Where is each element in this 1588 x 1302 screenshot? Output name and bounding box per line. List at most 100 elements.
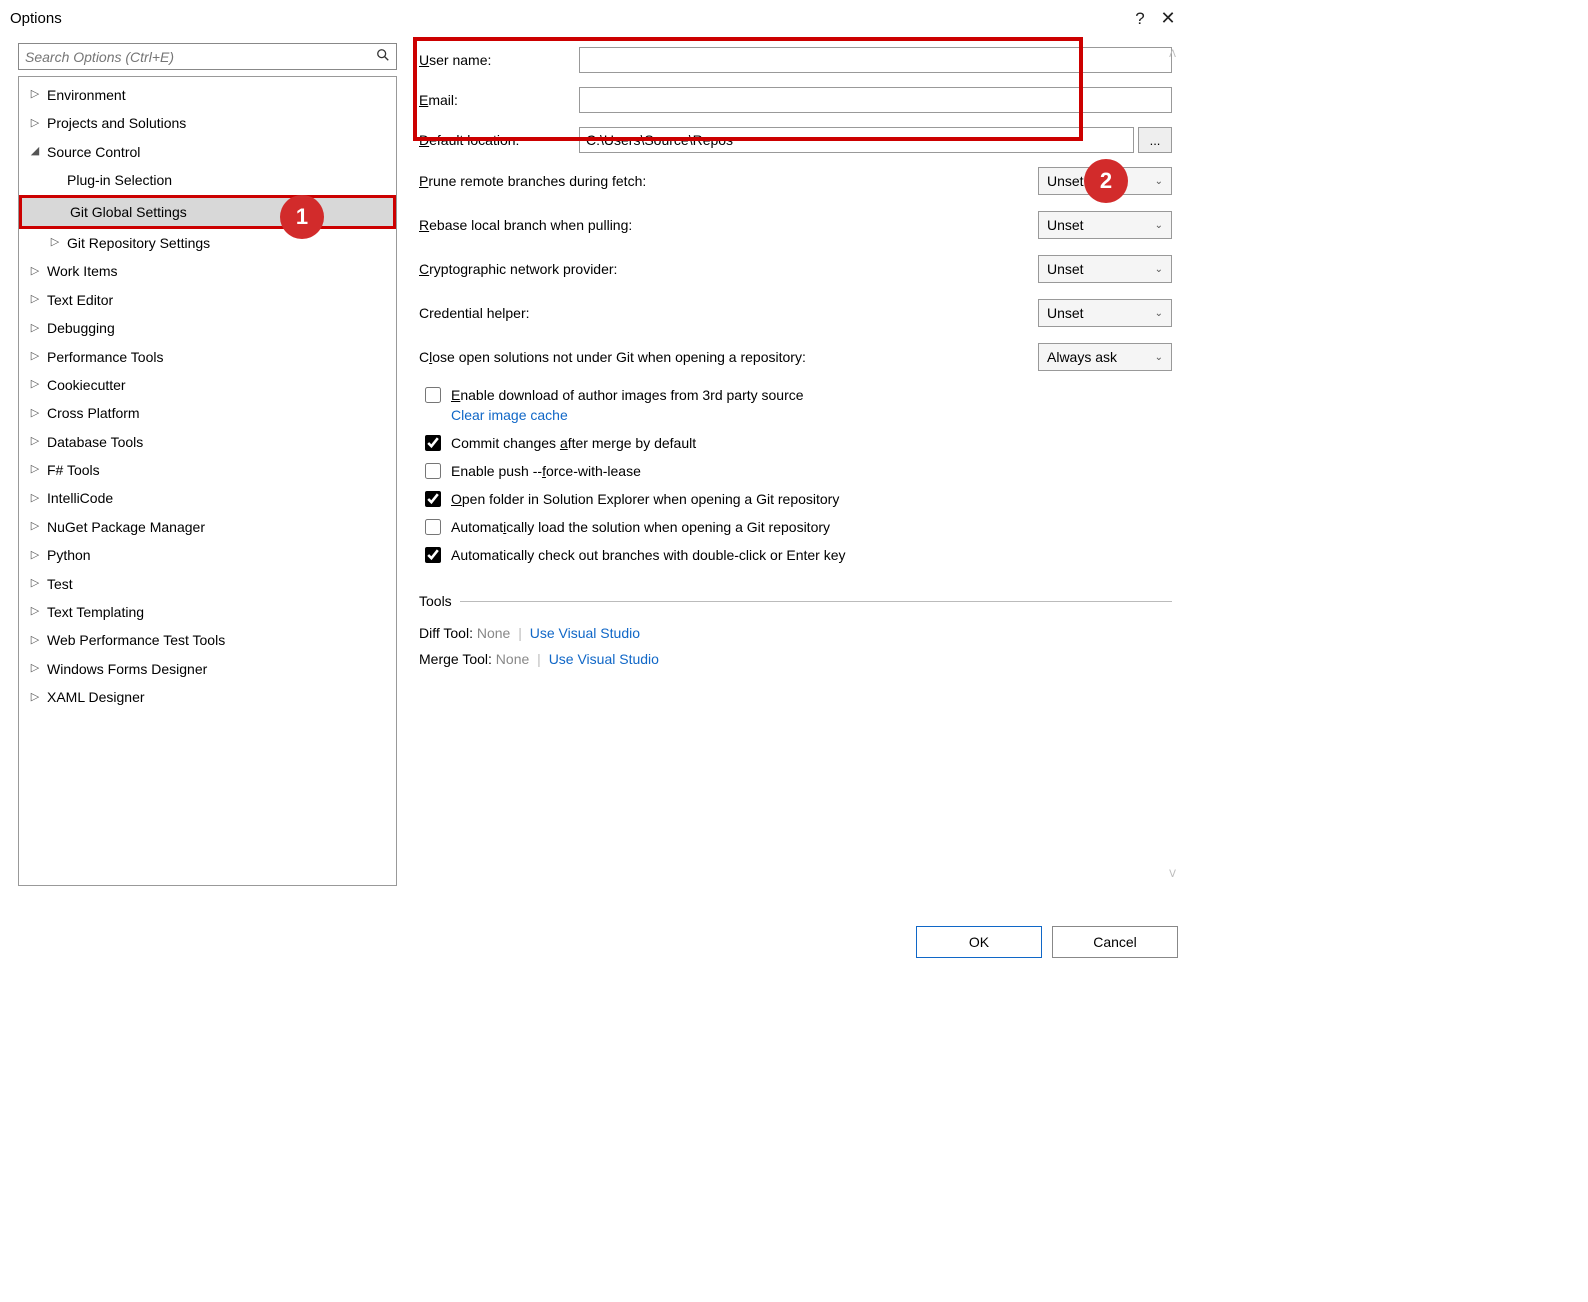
- tree-item-label: Git Repository Settings: [67, 232, 210, 254]
- tree-item[interactable]: ▷Git Repository Settings: [19, 229, 396, 257]
- tree-item-label: NuGet Package Manager: [47, 516, 205, 538]
- email-input[interactable]: [579, 87, 1172, 113]
- expand-icon[interactable]: ▷: [27, 518, 43, 536]
- expand-icon[interactable]: ▷: [27, 405, 43, 423]
- dropdown-value: Unset: [1047, 217, 1155, 233]
- tree-item[interactable]: Git Global Settings: [19, 195, 396, 229]
- clear-image-cache-link[interactable]: Clear image cache: [451, 407, 568, 423]
- tree-item[interactable]: ▷IntelliCode: [19, 484, 396, 512]
- dropdown-label: Credential helper:: [419, 305, 1038, 321]
- search-icon[interactable]: [376, 48, 390, 65]
- tree-item[interactable]: ◢Source Control: [19, 138, 396, 166]
- checkbox[interactable]: [425, 435, 441, 451]
- checkbox[interactable]: [425, 463, 441, 479]
- expand-icon[interactable]: ▷: [27, 115, 43, 133]
- checkbox[interactable]: [425, 387, 441, 403]
- default-location-input[interactable]: [579, 127, 1134, 153]
- tree-item[interactable]: Plug-in Selection: [19, 166, 396, 194]
- checkbox[interactable]: [425, 519, 441, 535]
- expand-icon[interactable]: ▷: [27, 320, 43, 338]
- dropdown-row: Rebase local branch when pulling:Unset⌄: [419, 211, 1172, 239]
- tree-item[interactable]: ▷Cross Platform: [19, 399, 396, 427]
- tree-item[interactable]: ▷Performance Tools: [19, 343, 396, 371]
- tree-item[interactable]: ▷Text Editor: [19, 286, 396, 314]
- merge-tool-use-vs-link[interactable]: Use Visual Studio: [549, 651, 659, 667]
- expand-icon[interactable]: ▷: [27, 632, 43, 650]
- checkbox[interactable]: [425, 547, 441, 563]
- dropdown[interactable]: Always ask⌄: [1038, 343, 1172, 371]
- expand-icon[interactable]: ▷: [27, 575, 43, 593]
- tree-item-label: Performance Tools: [47, 346, 163, 368]
- diff-tool-row: Diff Tool: None | Use Visual Studio: [419, 625, 1172, 641]
- dropdown[interactable]: Unset⌄: [1038, 255, 1172, 283]
- tree-item[interactable]: ▷XAML Designer: [19, 683, 396, 711]
- tree-item-label: Text Templating: [47, 601, 144, 623]
- tree-item[interactable]: ▷Environment: [19, 81, 396, 109]
- dropdown-label: Cryptographic network provider:: [419, 261, 1038, 277]
- checkbox-label: Automatically load the solution when ope…: [451, 519, 830, 535]
- expand-icon[interactable]: ▷: [27, 263, 43, 281]
- left-pane: ▷Environment▷Projects and Solutions◢Sour…: [18, 43, 397, 886]
- close-icon[interactable]: ✕: [1154, 8, 1182, 29]
- checkbox[interactable]: [425, 491, 441, 507]
- dropdown-row: Prune remote branches during fetch:Unset…: [419, 167, 1172, 195]
- dropdown-value: Unset: [1047, 305, 1155, 321]
- tree-item[interactable]: ▷Test: [19, 570, 396, 598]
- help-icon[interactable]: ?: [1126, 9, 1154, 29]
- default-location-label: Default location:: [419, 132, 579, 148]
- tree-item[interactable]: ▷NuGet Package Manager: [19, 513, 396, 541]
- tree-item-label: F# Tools: [47, 459, 100, 481]
- search-input[interactable]: [25, 49, 376, 65]
- username-input[interactable]: [579, 47, 1172, 73]
- checkbox-label: Commit changes after merge by default: [451, 435, 696, 451]
- checkbox-row: Enable push --force-with-lease: [419, 463, 1172, 479]
- dropdown[interactable]: Unset⌄: [1038, 299, 1172, 327]
- dropdown[interactable]: Unset⌄: [1038, 211, 1172, 239]
- callout-badge-1: 1: [280, 195, 324, 239]
- expand-icon[interactable]: ▷: [27, 660, 43, 678]
- dropdown-value: Always ask: [1047, 349, 1155, 365]
- tree-item-label: Git Global Settings: [70, 201, 187, 223]
- options-tree[interactable]: ▷Environment▷Projects and Solutions◢Sour…: [18, 76, 397, 886]
- tree-item[interactable]: ▷Projects and Solutions: [19, 109, 396, 137]
- tree-item[interactable]: ▷Web Performance Test Tools: [19, 626, 396, 654]
- checkbox-label: Enable push --force-with-lease: [451, 463, 641, 479]
- tree-item-label: IntelliCode: [47, 487, 113, 509]
- tree-item[interactable]: ▷Windows Forms Designer: [19, 655, 396, 683]
- dialog-footer: OK Cancel: [0, 886, 1196, 970]
- tree-item[interactable]: ▷Cookiecutter: [19, 371, 396, 399]
- tree-item[interactable]: ▷Debugging: [19, 314, 396, 342]
- expand-icon[interactable]: ▷: [27, 86, 43, 104]
- expand-icon[interactable]: ▷: [27, 376, 43, 394]
- dropdown-label: Prune remote branches during fetch:: [419, 173, 1038, 189]
- expand-icon[interactable]: ▷: [27, 291, 43, 309]
- tree-item[interactable]: ▷Database Tools: [19, 428, 396, 456]
- tree-item-label: Python: [47, 544, 91, 566]
- tree-item-label: XAML Designer: [47, 686, 145, 708]
- expand-icon[interactable]: ▷: [27, 603, 43, 621]
- expand-icon[interactable]: ▷: [27, 689, 43, 707]
- search-box[interactable]: [18, 43, 397, 70]
- tree-item-label: Web Performance Test Tools: [47, 629, 225, 651]
- tree-item[interactable]: ▷Work Items: [19, 257, 396, 285]
- scroll-down-icon[interactable]: ᐯ: [1169, 869, 1176, 880]
- email-label: Email:: [419, 92, 579, 108]
- tree-item-label: Environment: [47, 84, 126, 106]
- expand-icon[interactable]: ▷: [27, 348, 43, 366]
- expand-icon[interactable]: ▷: [47, 234, 63, 252]
- tree-item[interactable]: ▷F# Tools: [19, 456, 396, 484]
- expand-icon[interactable]: ▷: [27, 433, 43, 451]
- ok-button[interactable]: OK: [916, 926, 1042, 958]
- diff-tool-value: None: [477, 625, 510, 641]
- tree-item[interactable]: ▷Python: [19, 541, 396, 569]
- tree-item-label: Database Tools: [47, 431, 143, 453]
- diff-tool-use-vs-link[interactable]: Use Visual Studio: [530, 625, 640, 641]
- expand-icon[interactable]: ▷: [27, 490, 43, 508]
- expand-icon[interactable]: ◢: [27, 143, 43, 161]
- cancel-button[interactable]: Cancel: [1052, 926, 1178, 958]
- expand-icon[interactable]: ▷: [27, 461, 43, 479]
- scroll-up-icon[interactable]: ᐱ: [1169, 49, 1176, 60]
- tree-item[interactable]: ▷Text Templating: [19, 598, 396, 626]
- checkbox-label: Automatically check out branches with do…: [451, 547, 846, 563]
- expand-icon[interactable]: ▷: [27, 547, 43, 565]
